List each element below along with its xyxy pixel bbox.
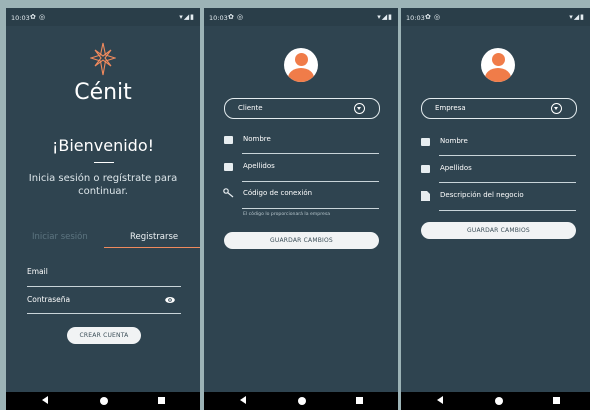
- business-description-field[interactable]: Descripción del negocio: [440, 191, 524, 199]
- surname-underline: [242, 181, 379, 182]
- surname-field[interactable]: Apellidos: [243, 162, 275, 170]
- status-time: 10:03: [11, 14, 30, 22]
- back-icon[interactable]: [240, 396, 246, 404]
- user-type-select[interactable]: Cliente: [224, 98, 380, 119]
- recents-icon[interactable]: [356, 397, 363, 404]
- name-underline: [242, 153, 379, 154]
- radio-icon: ◎: [39, 13, 46, 21]
- status-bar: 10:03 ✿ ◎ ▾◢▮: [204, 8, 398, 26]
- welcome-heading: ¡Bienvenido!: [51, 136, 155, 155]
- back-icon[interactable]: [42, 396, 48, 404]
- create-account-button[interactable]: CREAR CUENTA: [67, 327, 141, 344]
- home-icon[interactable]: [298, 397, 306, 405]
- recents-icon[interactable]: [158, 397, 165, 404]
- email-underline: [27, 286, 181, 287]
- signal-icon: ▾◢▮: [179, 13, 195, 21]
- tab-register[interactable]: Registrarse: [130, 232, 178, 242]
- user-type-select[interactable]: Empresa: [421, 98, 577, 119]
- name-field[interactable]: Nombre: [243, 135, 271, 143]
- avatar[interactable]: [284, 48, 318, 82]
- dropdown-icon[interactable]: [551, 103, 562, 114]
- dropdown-icon[interactable]: [354, 103, 365, 114]
- key-icon: [223, 188, 234, 198]
- connection-code-field[interactable]: Código de conexión: [243, 189, 312, 197]
- signal-icon: ▾◢▮: [377, 13, 393, 21]
- surname-field[interactable]: Apellidos: [440, 164, 472, 172]
- radio-icon: ◎: [434, 13, 441, 21]
- settings-icon: ✿: [30, 13, 36, 21]
- avatar[interactable]: [481, 48, 515, 82]
- signal-icon: ▾◢▮: [569, 13, 585, 21]
- avatar-head: [492, 53, 505, 66]
- register-screen: 10:03 ✿ ◎ ▾◢▮ Cénit ¡Bienvenido! Inicia …: [6, 8, 200, 410]
- compass-star-logo: [90, 42, 116, 76]
- radio-icon: ◎: [237, 13, 244, 21]
- person-icon: [224, 163, 233, 171]
- welcome-subtitle: Inicia sesión o regístrate para continua…: [28, 173, 178, 197]
- divider: [94, 162, 114, 163]
- business-icon: [421, 191, 430, 201]
- home-icon[interactable]: [100, 397, 108, 405]
- status-time: 10:03: [406, 14, 425, 22]
- business-underline: [439, 210, 576, 211]
- status-bar: 10:03 ✿ ◎ ▾◢▮: [401, 8, 590, 26]
- visibility-icon[interactable]: [165, 295, 175, 305]
- person-icon: [224, 136, 233, 144]
- user-type-value: Empresa: [435, 104, 466, 112]
- save-changes-button[interactable]: GUARDAR CAMBIOS: [421, 222, 576, 239]
- brand-title: Cénit: [74, 80, 132, 105]
- settings-icon: ✿: [228, 13, 234, 21]
- password-field[interactable]: Contraseña: [27, 295, 70, 304]
- settings-icon: ✿: [425, 13, 431, 21]
- client-profile-screen: 10:03 ✿ ◎ ▾◢▮ Cliente Nombre Apellidos C…: [204, 8, 398, 410]
- nav-bar: [401, 392, 590, 410]
- business-profile-screen: 10:03 ✿ ◎ ▾◢▮ Empresa Nombre Apellidos D…: [401, 8, 590, 410]
- person-icon: [421, 165, 430, 173]
- password-underline: [27, 313, 181, 314]
- recents-icon[interactable]: [553, 397, 560, 404]
- person-icon: [421, 138, 430, 146]
- status-time: 10:03: [209, 14, 228, 22]
- home-icon[interactable]: [495, 397, 503, 405]
- tab-login[interactable]: Iniciar sesión: [32, 232, 88, 242]
- name-field[interactable]: Nombre: [440, 137, 468, 145]
- surname-underline: [439, 182, 576, 183]
- status-bar: 10:03 ✿ ◎ ▾◢▮: [6, 8, 200, 26]
- avatar-body: [288, 68, 314, 82]
- tab-indicator: [104, 247, 200, 248]
- save-changes-button[interactable]: GUARDAR CAMBIOS: [224, 232, 379, 249]
- back-icon[interactable]: [437, 396, 443, 404]
- code-helper-text: El código lo proporcionará la empresa: [243, 212, 331, 217]
- avatar-head: [295, 53, 308, 66]
- code-underline: [242, 208, 379, 209]
- name-underline: [439, 155, 576, 156]
- nav-bar: [6, 392, 200, 410]
- nav-bar: [204, 392, 398, 410]
- avatar-body: [485, 68, 511, 82]
- email-field[interactable]: Email: [27, 267, 48, 276]
- user-type-value: Cliente: [238, 104, 263, 112]
